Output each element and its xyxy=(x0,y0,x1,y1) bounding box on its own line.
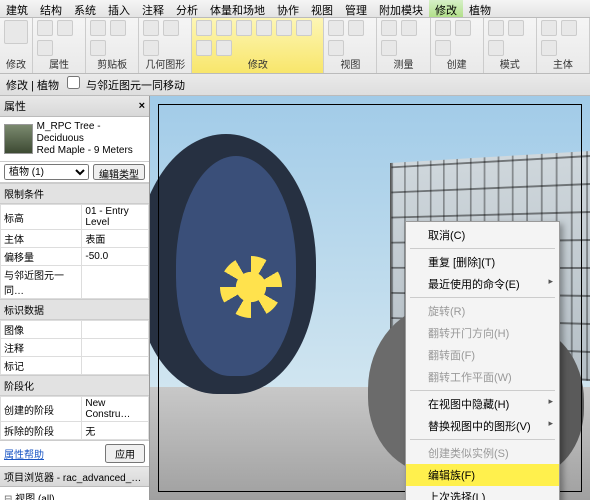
ribbon-group-剪贴板: 剪贴板 xyxy=(86,18,139,73)
project-browser-header: 项目浏览器 - rac_advanced_sample_… xyxy=(0,466,149,487)
ribbon-icon[interactable] xyxy=(455,20,471,36)
ribbon-group-几何图形: 几何图形 xyxy=(139,18,192,73)
ribbon-icon[interactable] xyxy=(37,20,53,36)
left-dock: 属性 × M_RPC Tree - DeciduousRed Maple - 9… xyxy=(0,96,150,500)
section-phasing[interactable]: 阶段化 xyxy=(0,375,149,396)
ribbon-icon[interactable] xyxy=(401,20,417,36)
ribbon-group-视图: 视图 xyxy=(324,18,377,73)
properties-identity: 图像 注释 标记 xyxy=(0,320,149,375)
ctx-item[interactable]: 在视图中隐藏(H) xyxy=(406,393,559,415)
tab-修改[interactable]: 修改 xyxy=(429,0,463,17)
tab-体量和场地[interactable]: 体量和场地 xyxy=(204,0,271,17)
section-constraints[interactable]: 限制条件 xyxy=(0,183,149,204)
pan-gizmo-icon[interactable] xyxy=(220,256,282,318)
ribbon-icon[interactable] xyxy=(348,20,364,36)
options-bar: 修改 | 植物 与邻近图元一同移动 xyxy=(0,74,590,96)
properties-help-link[interactable]: 属性帮助 xyxy=(4,446,44,461)
ribbon-icon[interactable] xyxy=(57,20,73,36)
tab-分析[interactable]: 分析 xyxy=(170,0,204,17)
ctx-item[interactable]: 替换视图中的图形(V) xyxy=(406,415,559,437)
ribbon-icon[interactable] xyxy=(4,20,28,44)
ribbon-icon[interactable] xyxy=(236,20,252,36)
ribbon-icon[interactable] xyxy=(381,40,397,56)
ribbon-icon[interactable] xyxy=(276,20,292,36)
ribbon-icon[interactable] xyxy=(541,40,557,56)
ribbon-icon[interactable] xyxy=(196,20,212,36)
ribbon-icon[interactable] xyxy=(488,40,504,56)
tab-结构[interactable]: 结构 xyxy=(34,0,68,17)
properties-panel-header: 属性 × xyxy=(0,96,149,117)
tab-协作[interactable]: 协作 xyxy=(271,0,305,17)
edit-type-button[interactable]: 编辑类型 xyxy=(93,164,145,180)
ribbon-icon[interactable] xyxy=(561,20,577,36)
ctx-item[interactable]: 上次选择(L) xyxy=(406,486,559,500)
ctx-item[interactable]: 重复 [删除](T) xyxy=(406,251,559,273)
menu-tabs: 建筑结构系统插入注释分析体量和场地协作视图管理附加模块修改植物 xyxy=(0,0,590,18)
tab-插入[interactable]: 插入 xyxy=(102,0,136,17)
ctx-item[interactable]: 取消(C) xyxy=(406,224,559,246)
ribbon-icon[interactable] xyxy=(90,20,106,36)
ribbon-group-主体: 主体 xyxy=(537,18,590,73)
ribbon-icon[interactable] xyxy=(110,20,126,36)
tab-注释[interactable]: 注释 xyxy=(136,0,170,17)
ctx-item: 翻转工作平面(W) xyxy=(406,366,559,388)
family-selector[interactable]: M_RPC Tree - DeciduousRed Maple - 9 Mete… xyxy=(0,117,149,162)
ribbon-icon[interactable] xyxy=(488,20,504,36)
ribbon-icon[interactable] xyxy=(90,40,106,56)
ribbon-group-属性: 属性 xyxy=(33,18,86,73)
ribbon-icon[interactable] xyxy=(381,20,397,36)
level-value[interactable]: 01 - Entry Level xyxy=(82,205,149,230)
moves-with-nearby-checkbox[interactable]: 与邻近图元一同移动 xyxy=(67,76,185,93)
ctx-item: 创建类似实例(S) xyxy=(406,442,559,464)
ribbon-icon[interactable] xyxy=(143,40,159,56)
ribbon-icon[interactable] xyxy=(435,20,451,36)
family-thumbnail xyxy=(4,124,33,154)
ribbon-icon[interactable] xyxy=(216,20,232,36)
family-name: M_RPC Tree - DeciduousRed Maple - 9 Mete… xyxy=(37,121,145,157)
type-selector[interactable]: 植物 (1) xyxy=(4,164,89,180)
ribbon-icon[interactable] xyxy=(435,40,451,56)
section-identity[interactable]: 标识数据 xyxy=(0,299,149,320)
tab-建筑[interactable]: 建筑 xyxy=(0,0,34,17)
tab-系统[interactable]: 系统 xyxy=(68,0,102,17)
apply-button[interactable]: 应用 xyxy=(105,444,145,463)
ribbon-group-测量: 测量 xyxy=(377,18,430,73)
ribbon-group-创建: 创建 xyxy=(431,18,484,73)
tree-root[interactable]: 视图 (all) xyxy=(0,489,149,500)
ribbon-icon[interactable] xyxy=(328,40,344,56)
close-icon[interactable]: × xyxy=(139,100,145,112)
ribbon-icon[interactable] xyxy=(143,20,159,36)
ribbon-icon[interactable] xyxy=(541,20,557,36)
ctx-item[interactable]: 最近使用的命令(E) xyxy=(406,273,559,295)
ctx-item: 旋转(R) xyxy=(406,300,559,322)
tab-植物[interactable]: 植物 xyxy=(463,0,497,17)
tab-附加模块[interactable]: 附加模块 xyxy=(373,0,429,17)
ribbon-icon[interactable] xyxy=(216,40,232,56)
ribbon-group-修改: 修改 xyxy=(192,18,324,73)
context-menu: 取消(C)重复 [删除](T)最近使用的命令(E)旋转(R)翻转开门方向(H)翻… xyxy=(405,221,560,500)
ctx-item: 翻转开门方向(H) xyxy=(406,322,559,344)
ribbon-icon[interactable] xyxy=(256,20,272,36)
ctx-item: 翻转面(F) xyxy=(406,344,559,366)
ribbon-icon[interactable] xyxy=(37,40,53,56)
offset-value[interactable]: -50.0 xyxy=(82,248,149,266)
tab-视图[interactable]: 视图 xyxy=(305,0,339,17)
ribbon-icon[interactable] xyxy=(163,20,179,36)
ribbon-group-模式: 模式 xyxy=(484,18,537,73)
properties-constraints: 标高01 - Entry Level 主体表面 偏移量-50.0 与邻近图元一同… xyxy=(0,204,149,299)
ribbon-icon[interactable] xyxy=(508,20,524,36)
ribbon-icon[interactable] xyxy=(196,40,212,56)
options-context: 修改 | 植物 xyxy=(6,77,59,93)
project-browser-tree: 视图 (all) 楼层平面 (Floor Plan)天花板平面 (Ceiling… xyxy=(0,487,149,500)
ribbon-group-修改: 修改 xyxy=(0,18,33,73)
ribbon-icon[interactable] xyxy=(328,20,344,36)
tab-管理[interactable]: 管理 xyxy=(339,0,373,17)
ctx-item[interactable]: 编辑族(F) xyxy=(406,464,559,486)
ribbon: 修改属性剪贴板几何图形修改视图测量创建模式主体 xyxy=(0,18,590,74)
properties-phasing: 创建的阶段New Constru… 拆除的阶段无 xyxy=(0,396,149,440)
3d-viewport[interactable]: 取消(C)重复 [删除](T)最近使用的命令(E)旋转(R)翻转开门方向(H)翻… xyxy=(150,96,590,500)
ribbon-icon[interactable] xyxy=(296,20,312,36)
